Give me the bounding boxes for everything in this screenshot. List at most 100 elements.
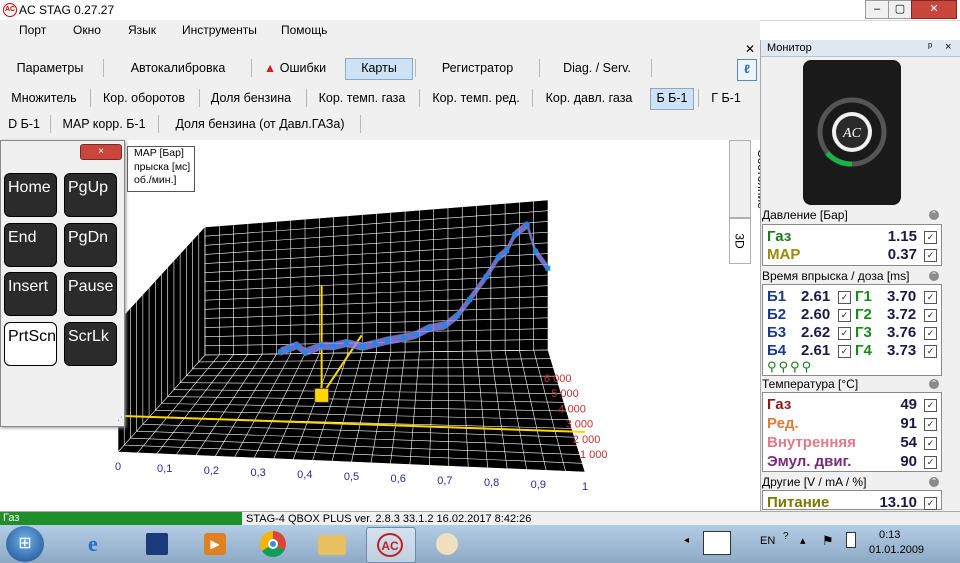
paint-button[interactable] <box>424 527 472 561</box>
sub-tabs-row1: Множитель Кор. оборотов Доля бензина Кор… <box>0 84 760 112</box>
key-scrlk[interactable]: ScrLk <box>64 322 117 366</box>
collapse-injection-icon[interactable]: ⌃ <box>929 271 939 281</box>
pen-input-icon[interactable] <box>703 531 731 555</box>
menu-tools[interactable]: Инструменты <box>182 23 257 37</box>
keypad-close-button[interactable]: × <box>80 144 122 160</box>
other-section-title: Другие [V / mA / %] <box>762 475 867 489</box>
tab-diag-serv[interactable]: Diag. / Serv. <box>544 58 650 78</box>
menu-help[interactable]: Помощь <box>281 23 327 37</box>
tray-overflow-icon[interactable]: ◂ <box>684 535 689 546</box>
temp-engine-checkbox[interactable]: ✓ <box>924 456 937 469</box>
key-pgdn[interactable]: PgDn <box>64 223 117 267</box>
status-device: STAG-4 QBOX PLUS ver. 2.8.3 33.1.2 16.02… <box>246 513 532 525</box>
subtab-map-correction[interactable]: MAP корр. Б-1 <box>56 114 152 134</box>
monitor-title: Монитор <box>767 42 812 54</box>
injection-g1-checkbox[interactable]: ✓ <box>924 291 937 304</box>
injection-b3-checkbox[interactable]: ✓ <box>838 327 851 340</box>
language-indicator[interactable]: EN <box>760 535 775 547</box>
side-tab-3d[interactable]: 3D <box>729 218 751 264</box>
minimize-button[interactable]: – <box>865 0 889 19</box>
key-prtscn[interactable]: PrtScn <box>4 322 57 366</box>
collapse-pressure-icon[interactable]: ⌃ <box>929 210 939 220</box>
injection-g3-checkbox[interactable]: ✓ <box>924 327 937 340</box>
subtab-petrol-share-by-gas-pressure[interactable]: Доля бензина (от Давл.ГАЗа) <box>164 114 356 134</box>
temp-engine-value: 90 <box>900 453 917 470</box>
script-icon[interactable]: ℓ <box>737 59 757 81</box>
clock-date[interactable]: 01.01.2009 <box>869 544 924 556</box>
key-home[interactable]: Home <box>4 173 57 217</box>
temp-reducer-checkbox[interactable]: ✓ <box>924 418 937 431</box>
subtab-rpm-correction[interactable]: Кор. оборотов <box>94 88 194 108</box>
warning-icon: ▲ <box>263 61 277 75</box>
x-tick-label: 0,5 <box>344 471 359 483</box>
pin-icon[interactable]: ᵖ <box>928 41 932 53</box>
injection-b1-checkbox[interactable]: ✓ <box>838 291 851 304</box>
injection-b4-checkbox[interactable]: ✓ <box>838 345 851 358</box>
tab-parameters[interactable]: Параметры <box>0 58 100 78</box>
tab-registrator[interactable]: Регистратор <box>420 58 535 78</box>
temp-gas-checkbox[interactable]: ✓ <box>924 399 937 412</box>
key-end[interactable]: End <box>4 223 57 267</box>
subtab-reducer-temp-correction[interactable]: Кор. темп. ред. <box>424 88 528 108</box>
x-tick-label: 1 <box>582 481 588 493</box>
side-tab-3d-label: 3D <box>732 233 747 249</box>
ie-button[interactable]: e <box>76 527 124 561</box>
resize-grip[interactable]: ⋰ <box>117 412 126 423</box>
chrome-button[interactable] <box>250 527 298 561</box>
key-pause[interactable]: Pause <box>64 272 117 316</box>
action-center-flag-icon[interactable]: ⚑ <box>822 533 834 549</box>
battery-icon[interactable] <box>846 532 856 548</box>
sub-tabs-row2: D Б-1 MAP корр. Б-1 Доля бензина (от Дав… <box>0 112 760 140</box>
key-pgup[interactable]: PgUp <box>64 173 117 217</box>
temp-internal-value: 54 <box>900 434 917 451</box>
key-insert[interactable]: Insert <box>4 272 57 316</box>
tab-maps[interactable]: Карты <box>345 58 413 80</box>
start-button[interactable]: ⊞ <box>6 526 44 562</box>
injection-g4-checkbox[interactable]: ✓ <box>924 345 937 358</box>
other-power-checkbox[interactable]: ✓ <box>924 497 937 510</box>
injection-row-3: Б3 2.62 ✓ Г3 3.76 ✓ <box>763 323 941 341</box>
tray-arrow-icon[interactable]: ▴ <box>800 534 806 547</box>
subtab-bb1[interactable]: Б Б-1 <box>650 88 694 110</box>
temp-internal-checkbox[interactable]: ✓ <box>924 437 937 450</box>
menu-window[interactable]: Окно <box>73 23 101 37</box>
pressure-map-checkbox[interactable]: ✓ <box>924 249 937 262</box>
other-power-value: 13.10 <box>879 494 917 511</box>
save-app-button[interactable] <box>134 527 182 561</box>
menu-port[interactable]: Порт <box>19 23 46 37</box>
injection-b2-checkbox[interactable]: ✓ <box>838 309 851 322</box>
ac-stag-button[interactable]: AC <box>366 527 416 563</box>
x-tick-label: 0,2 <box>204 465 219 477</box>
injection-row-1: Б1 2.61 ✓ Г1 3.70 ✓ <box>763 287 941 305</box>
folder-icon <box>318 535 346 555</box>
subtab-petrol-share[interactable]: Доля бензина <box>203 88 299 108</box>
collapse-other-icon[interactable]: ⌃ <box>929 477 939 487</box>
media-player-button[interactable]: ▶ <box>192 527 240 561</box>
tray-help-icon[interactable]: ? <box>783 531 789 542</box>
data-point <box>319 343 325 349</box>
injection-g2-checkbox[interactable]: ✓ <box>924 309 937 322</box>
subtab-multiplier[interactable]: Множитель <box>4 88 84 108</box>
tab-autocalibration[interactable]: Автокалибровка <box>108 58 248 78</box>
menu-language[interactable]: Язык <box>128 23 156 37</box>
close-panel-icon[interactable]: ✕ <box>745 42 755 56</box>
explorer-button[interactable] <box>308 527 356 561</box>
collapse-temperature-icon[interactable]: ⌃ <box>929 379 939 389</box>
pressure-gas-value: 1.15 <box>887 228 917 245</box>
tab-errors[interactable]: ▲ Ошибки <box>256 58 334 78</box>
clock-time[interactable]: 0:13 <box>879 529 900 541</box>
window-title: AC STAG 0.27.27 <box>19 3 115 17</box>
subtab-db1[interactable]: D Б-1 <box>4 114 44 134</box>
injection-g2-label: Г2 <box>855 306 872 323</box>
subtab-gas-pressure-correction[interactable]: Кор. давл. газа <box>537 88 641 108</box>
monitor-close-icon[interactable]: × <box>945 41 951 53</box>
status-gas: Газ <box>0 512 242 525</box>
side-tab-state[interactable]: Состояние <box>729 140 769 218</box>
maximize-button[interactable]: ▢ <box>888 0 912 19</box>
pressure-gas-checkbox[interactable]: ✓ <box>924 231 937 244</box>
subtab-gb1[interactable]: Г Б-1 <box>704 88 748 108</box>
injection-b3-value: 2.62 <box>801 324 831 341</box>
subtab-gas-temp-correction[interactable]: Кор. темп. газа <box>310 88 414 108</box>
media-icon: ▶ <box>204 533 226 555</box>
close-button[interactable]: ✕ <box>911 0 957 19</box>
